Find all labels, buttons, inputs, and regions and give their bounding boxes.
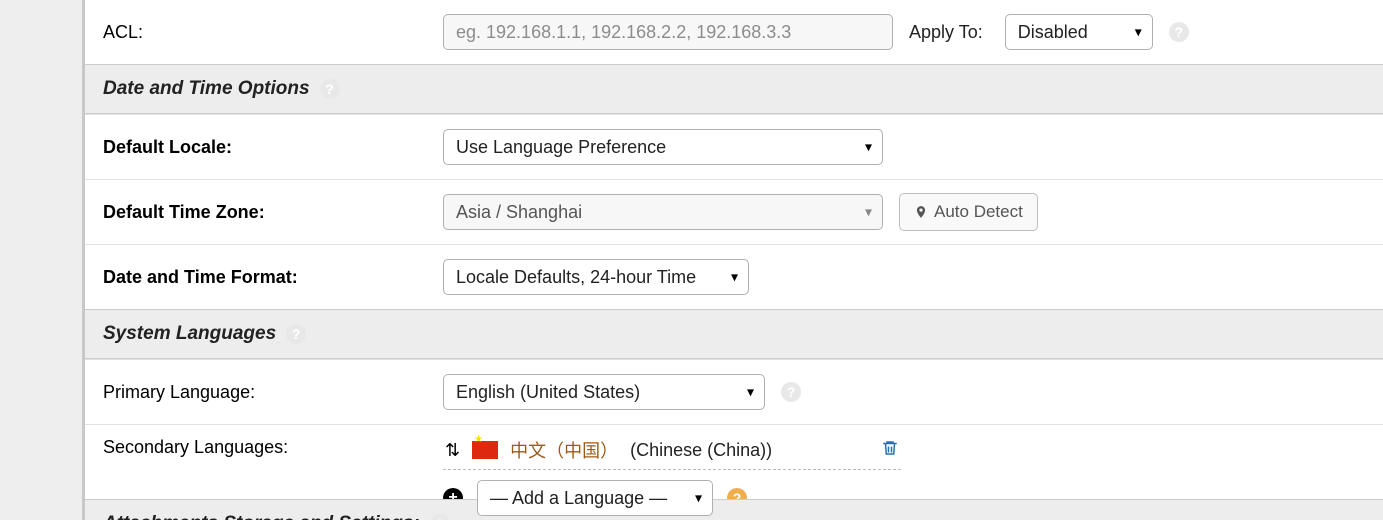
- remove-language-button[interactable]: [881, 438, 899, 463]
- help-icon[interactable]: ?: [1169, 22, 1189, 42]
- row-secondary-languages: Secondary Languages: ⇅ 中文（中国） (Chinese (…: [85, 424, 1383, 499]
- settings-form: ACL: Apply To: Disabled ? Date and Time …: [85, 0, 1383, 520]
- auto-detect-label: Auto Detect: [934, 202, 1023, 222]
- row-default-locale: Default Locale: Use Language Preference: [85, 114, 1383, 179]
- label-apply-to: Apply To:: [909, 22, 983, 43]
- section-languages-title: System Languages: [103, 323, 276, 345]
- help-icon[interactable]: ?: [430, 514, 450, 520]
- add-language-placeholder: — Add a Language —: [490, 488, 667, 509]
- label-datetime-format: Date and Time Format:: [85, 267, 443, 288]
- help-icon[interactable]: ?: [320, 79, 340, 99]
- default-tz-value: Asia / Shanghai: [456, 202, 582, 223]
- drag-handle-icon[interactable]: ⇅: [445, 441, 460, 459]
- acl-input[interactable]: [443, 14, 893, 50]
- secondary-language-native: 中文（中国）: [510, 437, 618, 463]
- default-locale-select[interactable]: Use Language Preference: [443, 129, 883, 165]
- left-gutter: [0, 0, 85, 520]
- default-tz-select[interactable]: Asia / Shanghai: [443, 194, 883, 230]
- section-languages-header: System Languages ?: [85, 309, 1383, 359]
- datetime-format-select[interactable]: Locale Defaults, 24-hour Time: [443, 259, 749, 295]
- help-icon[interactable]: ?: [781, 382, 801, 402]
- secondary-language-english: (Chinese (China)): [630, 440, 772, 461]
- primary-language-select[interactable]: English (United States): [443, 374, 765, 410]
- label-default-tz: Default Time Zone:: [85, 202, 443, 223]
- row-default-tz: Default Time Zone: Asia / Shanghai Auto …: [85, 179, 1383, 244]
- label-default-locale: Default Locale:: [85, 137, 443, 158]
- section-attachments-header: Attachments Storage and Settings: ?: [85, 499, 1383, 520]
- auto-detect-button[interactable]: Auto Detect: [899, 193, 1038, 231]
- secondary-language-item: ⇅ 中文（中国） (Chinese (China)): [443, 435, 901, 470]
- row-primary-language: Primary Language: English (United States…: [85, 359, 1383, 424]
- section-datetime-header: Date and Time Options ?: [85, 64, 1383, 114]
- label-acl: ACL:: [85, 22, 443, 43]
- section-attachments-title: Attachments Storage and Settings:: [103, 513, 420, 520]
- row-datetime-format: Date and Time Format: Locale Defaults, 2…: [85, 244, 1383, 309]
- flag-cn-icon: [472, 441, 498, 459]
- section-datetime-title: Date and Time Options: [103, 78, 310, 100]
- apply-to-value: Disabled: [1018, 22, 1088, 43]
- label-primary-language: Primary Language:: [85, 382, 443, 403]
- row-acl: ACL: Apply To: Disabled ?: [85, 0, 1383, 64]
- default-locale-value: Use Language Preference: [456, 137, 666, 158]
- help-icon[interactable]: ?: [286, 324, 306, 344]
- primary-language-value: English (United States): [456, 382, 640, 403]
- apply-to-select[interactable]: Disabled: [1005, 14, 1153, 50]
- label-secondary-languages: Secondary Languages:: [85, 435, 443, 458]
- datetime-format-value: Locale Defaults, 24-hour Time: [456, 267, 696, 288]
- add-language-select[interactable]: — Add a Language —: [477, 480, 713, 516]
- location-pin-icon: [914, 204, 928, 220]
